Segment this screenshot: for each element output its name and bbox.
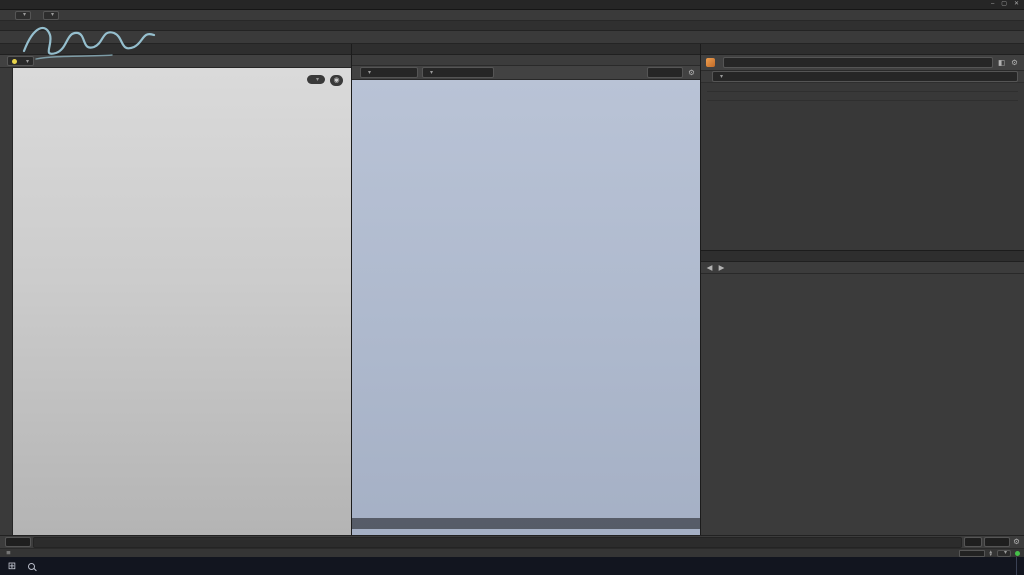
parameter-header [701,55,1024,71]
watermark-signature [22,26,156,60]
render-camera-selector[interactable] [422,67,494,78]
param-input-field[interactable] [712,71,1018,82]
maximize-button[interactable] [1001,0,1007,9]
network-path-bar [701,262,1024,274]
parameter-row-input [701,71,1024,83]
render-stamp [352,518,700,529]
status-bar: ≡ ▲ ▼ [0,548,1024,557]
playbar [0,535,1024,548]
network-pane-tab-strip [701,251,1024,262]
left-viewport-render [13,68,351,535]
viewport-side-toolbar [0,68,13,535]
playback-options-icon[interactable] [1012,537,1021,547]
current-frame-field[interactable] [5,537,31,547]
network-graph[interactable] [701,274,1024,535]
range-start-field[interactable] [964,537,982,547]
cook-count-field[interactable] [958,549,985,557]
parameters-pane-tab-strip [701,44,1024,55]
zoom-level-field[interactable] [647,67,683,78]
lock-icon[interactable] [997,58,1006,68]
parameters-body [701,83,1024,250]
timeline-slider[interactable] [33,536,962,548]
cook-indicator-icon[interactable] [1015,550,1020,556]
system-tray [1004,557,1024,575]
back-icon[interactable] [705,263,714,273]
spin-arrows[interactable]: ▲ ▼ [989,549,993,557]
close-button[interactable] [1014,0,1019,9]
render-image [352,80,700,535]
windows-taskbar [0,557,1024,575]
renderview-settings-icon[interactable] [687,68,696,78]
minimize-button[interactable] [991,0,994,9]
search-icon[interactable] [28,562,35,570]
forward-icon[interactable] [717,263,726,273]
window-controls [991,0,1019,9]
network-wires [701,274,1024,535]
node-type-icon [706,58,715,67]
update-mode-selector[interactable] [996,549,1011,557]
range-end-field[interactable] [984,537,1010,547]
gear-icon[interactable] [1010,58,1019,68]
left-viewport-canvas[interactable] [13,68,351,535]
render-viewport[interactable] [352,80,700,535]
aov-selector[interactable] [360,67,418,78]
snapshot-pill[interactable] [330,75,343,86]
houdini-window: ≡ ▲▼ [0,0,1024,575]
network-editor-pane [701,251,1024,535]
show-desktop-button[interactable] [1016,557,1020,575]
parameters-pane [701,44,1024,250]
start-button[interactable] [0,561,24,572]
renderview-menubar [352,55,700,66]
renderview-controls [352,66,700,80]
node-name-field[interactable] [723,57,993,68]
render-view-pane [352,44,700,535]
camera-selector-pill[interactable] [306,75,325,84]
left-viewport-pane [0,44,351,535]
center-pane-tab-strip [352,44,700,55]
window-titlebar[interactable] [0,0,1024,10]
